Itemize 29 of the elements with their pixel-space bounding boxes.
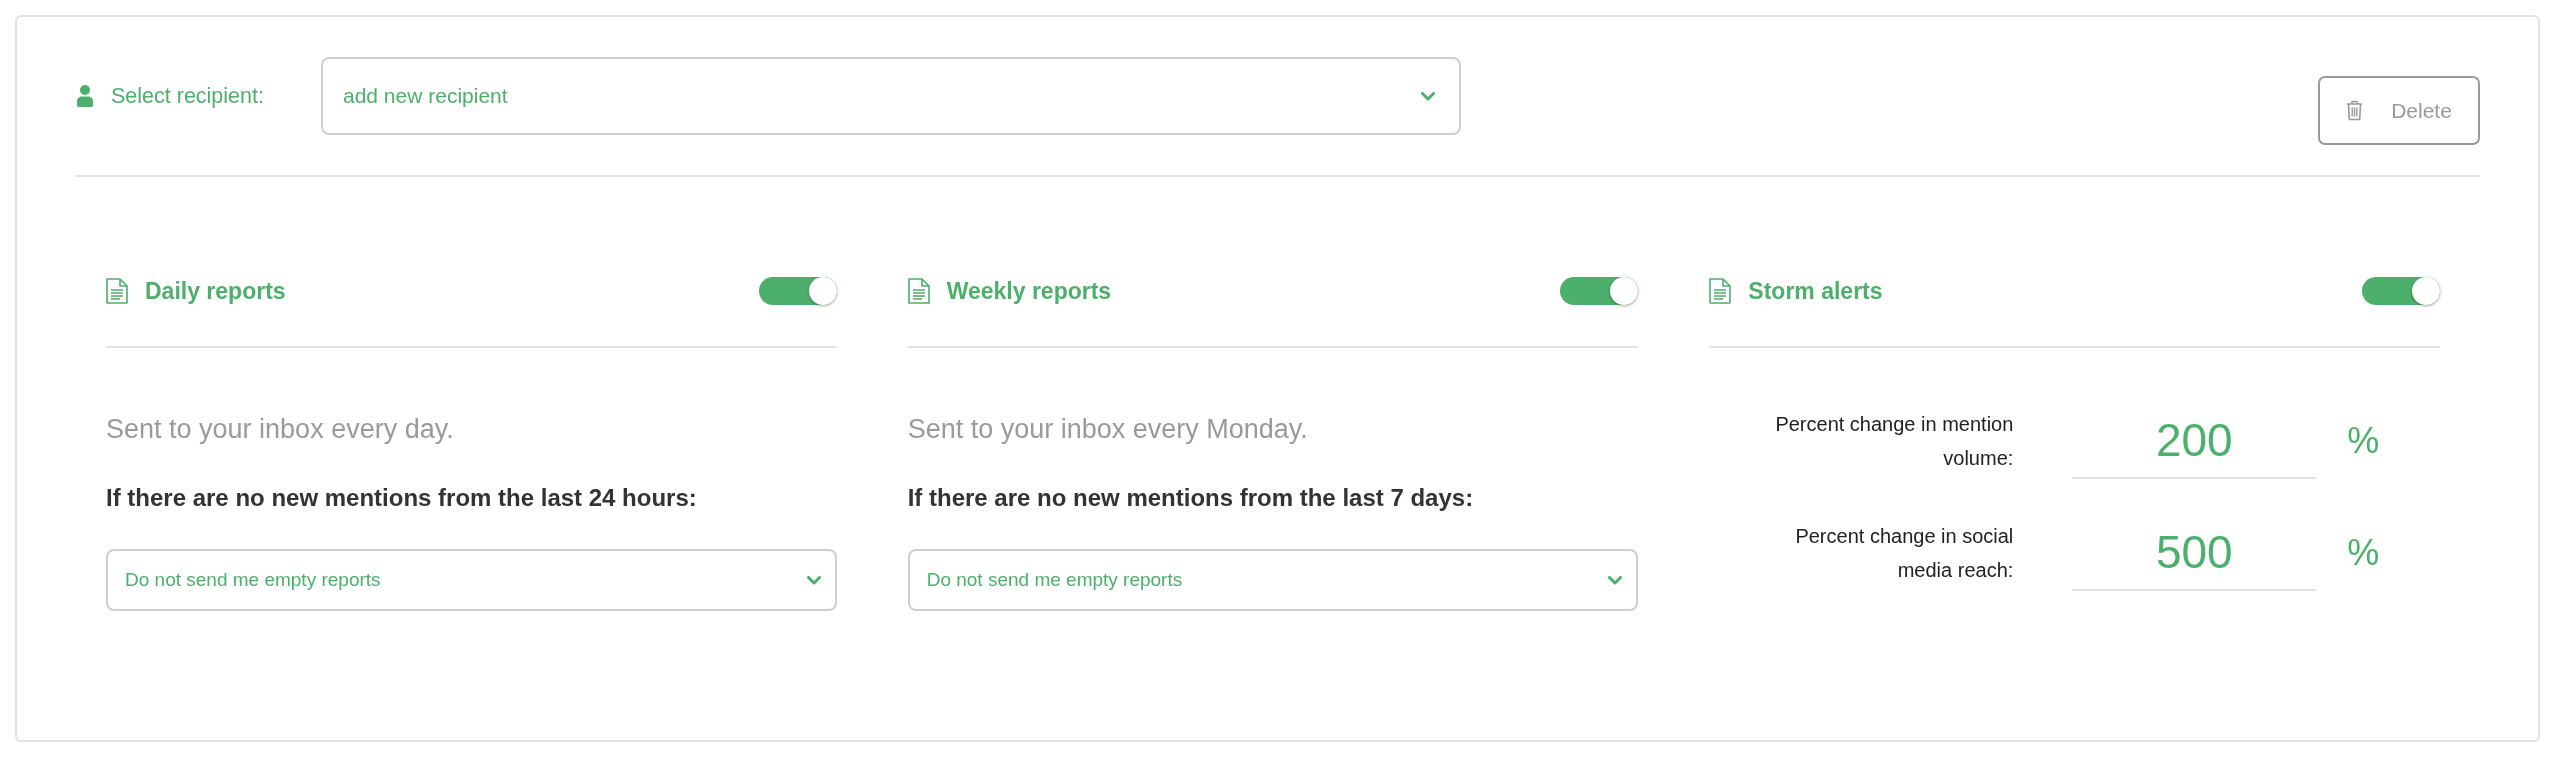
empty-report-question: If there are no new mentions from the last 7 days: [907, 483, 1475, 513]
empty-report-dropdown[interactable]: Do not send me empty reports [106, 549, 837, 611]
chevron-down-icon [1608, 575, 1623, 585]
recipient-label: Select recipient: [111, 82, 265, 110]
threshold-field[interactable]: 500 [2072, 515, 2317, 591]
chevron-down-icon [806, 575, 821, 585]
section-title: Storm alerts [1748, 276, 1883, 306]
document-icon [1709, 278, 1732, 304]
document-icon [106, 278, 128, 304]
document-icon [907, 278, 930, 304]
toggle-switch[interactable] [758, 277, 837, 305]
trash-icon [2346, 100, 2364, 121]
empty-report-dropdown[interactable]: Do not send me empty reports [907, 549, 1639, 611]
schedule-description: Sent to your inbox every day. [106, 413, 455, 446]
empty-report-question: If there are no new mentions from the last 24 hours: [106, 483, 698, 513]
schedule-description: Sent to your inbox every Monday. [907, 413, 1309, 446]
toggle-switch[interactable] [2362, 277, 2440, 305]
user-icon [77, 85, 93, 107]
percent-unit: % [2347, 533, 2380, 573]
percent-unit: % [2347, 421, 2380, 461]
toggle-switch[interactable] [1560, 277, 1639, 305]
threshold-label: Percent change in social media reach: [1794, 524, 2014, 583]
threshold-field[interactable]: 200 [2072, 403, 2317, 479]
threshold-label: Percent change in mention volume: [1774, 412, 2014, 471]
recipient-dropdown[interactable]: add new recipient [321, 57, 1461, 135]
section-title: Daily reports [145, 276, 286, 306]
chevron-down-icon [1421, 91, 1435, 101]
section-title: Weekly reports [946, 276, 1112, 306]
delete-button[interactable]: Delete [2318, 76, 2480, 145]
